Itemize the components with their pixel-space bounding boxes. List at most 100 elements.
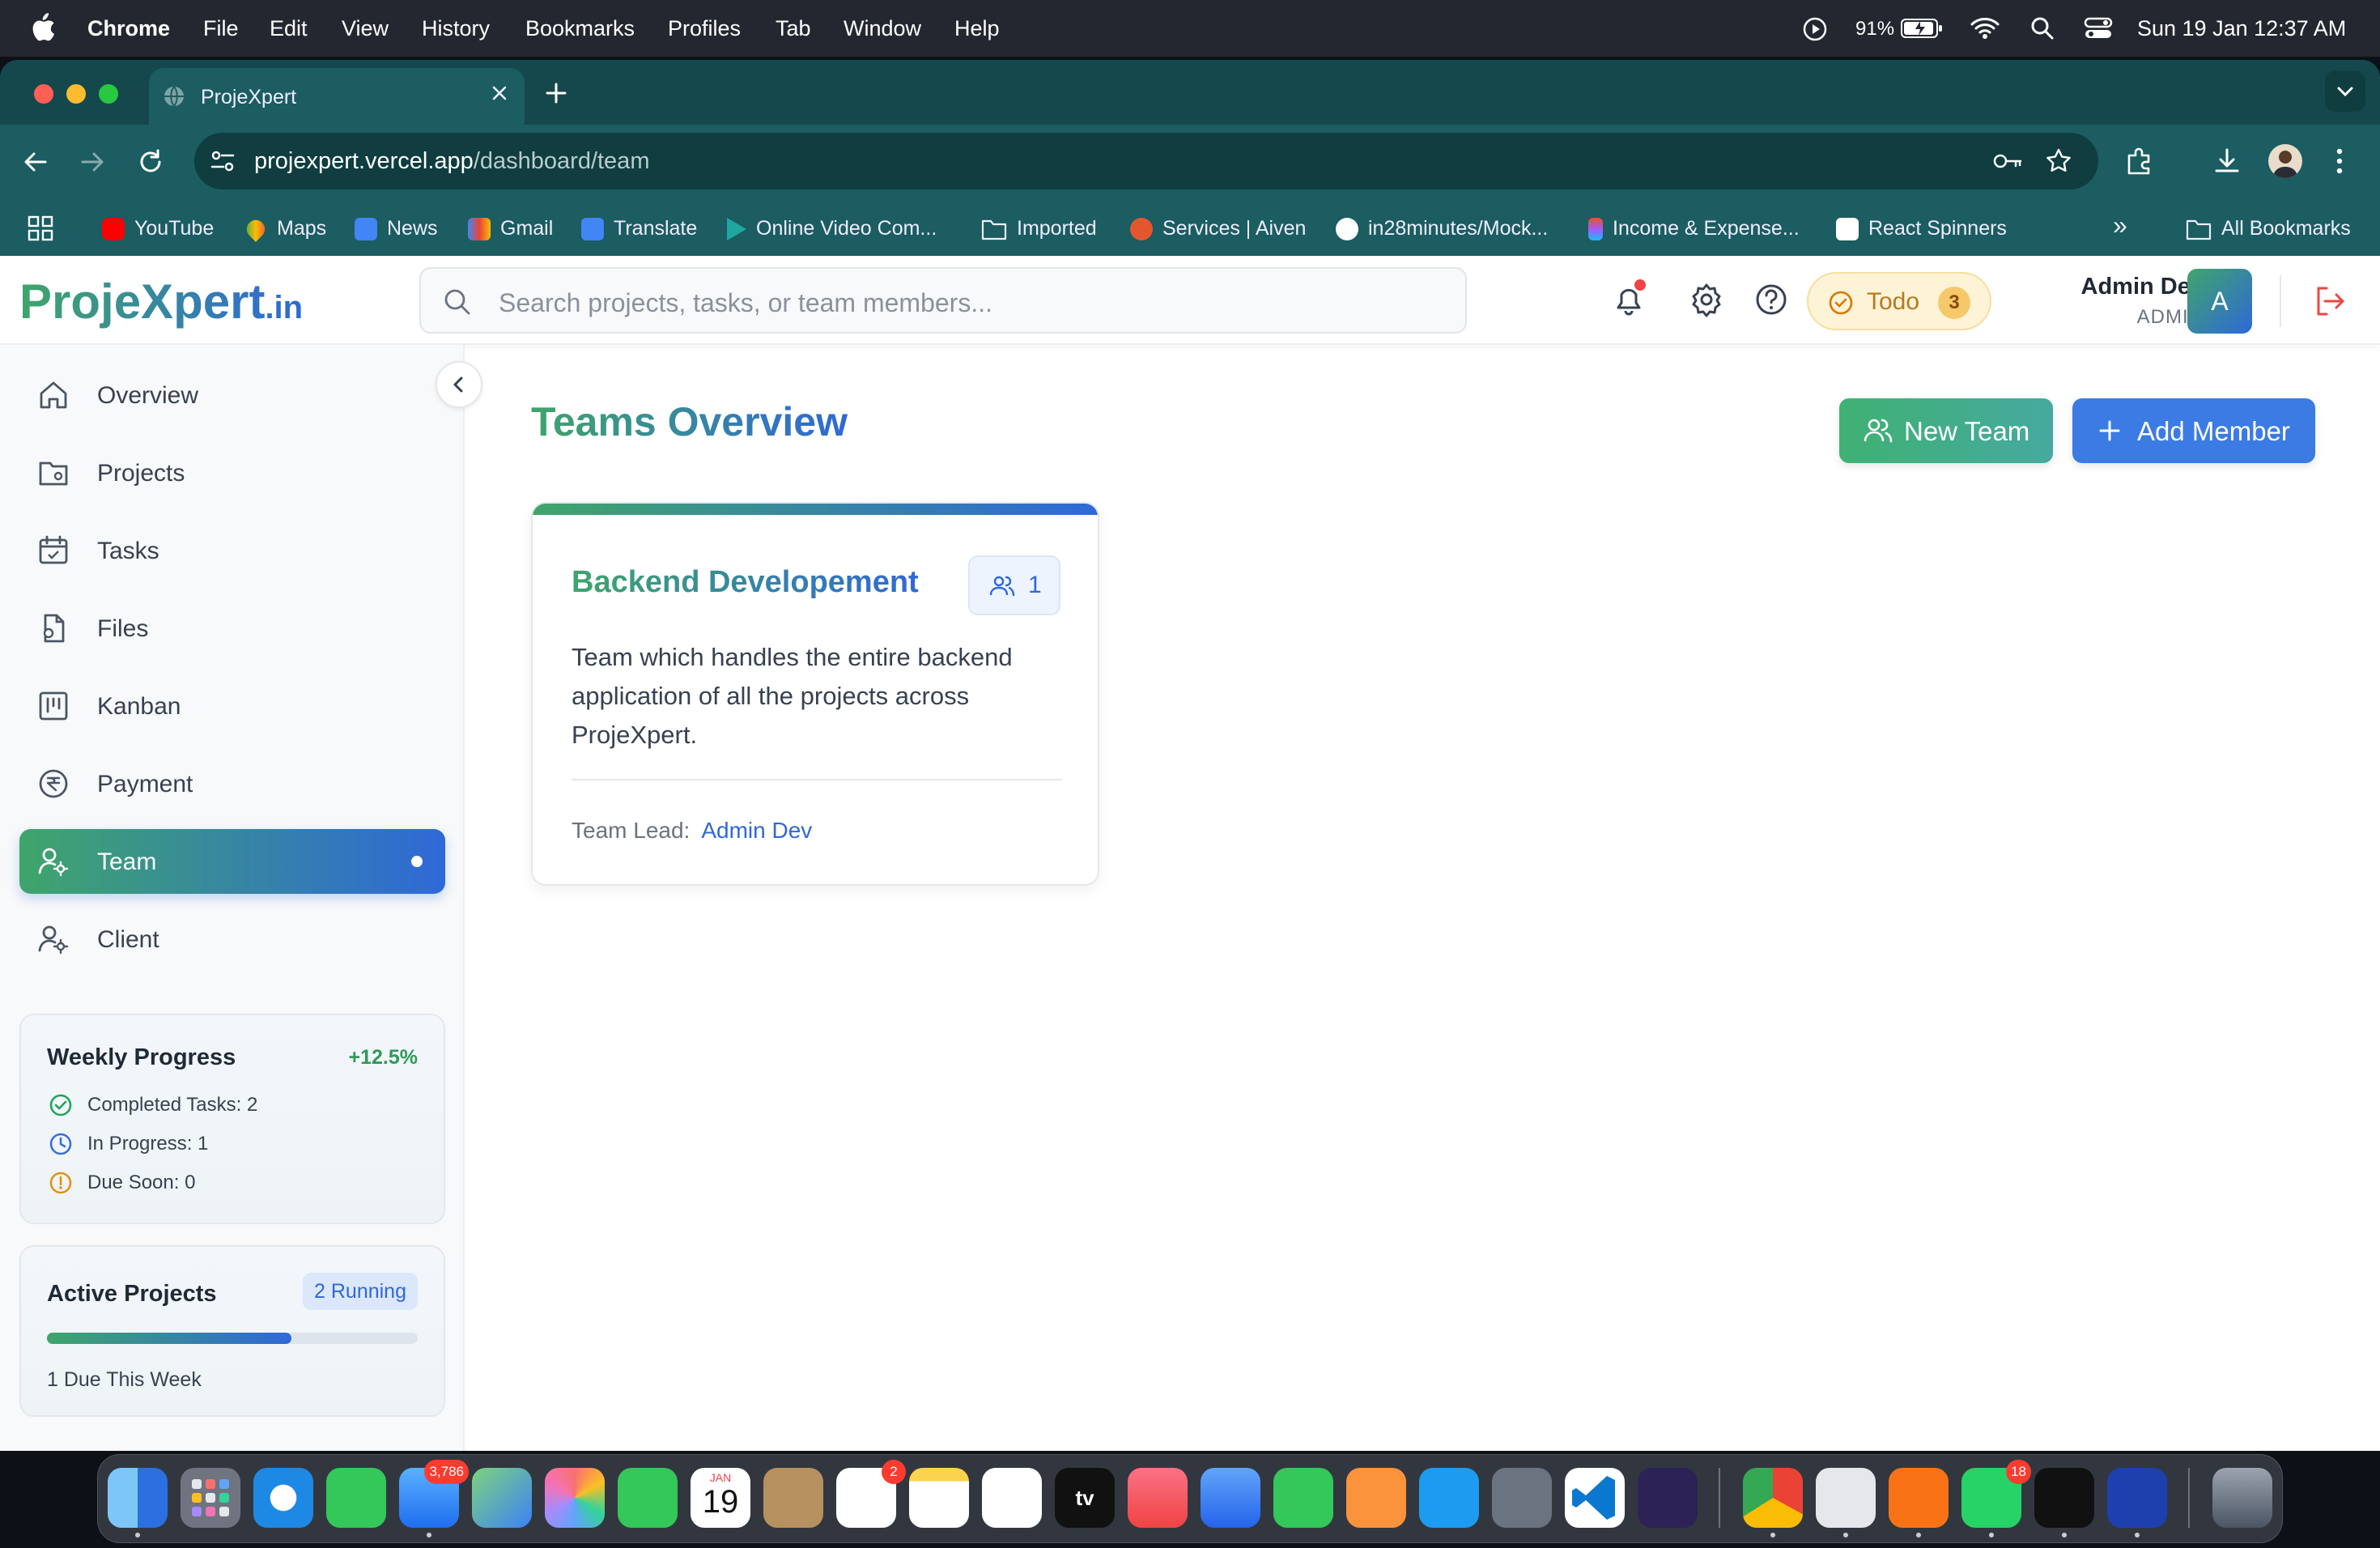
bookmark-income-expense[interactable]: Income & Expense... [1588,217,1800,240]
chrome-menu-icon[interactable] [2331,146,2348,176]
zoom-window-button[interactable] [99,84,118,104]
collapse-sidebar-button[interactable] [436,361,482,408]
apple-icon[interactable] [31,13,55,42]
calendar-icon[interactable]: JAN 19 [691,1468,750,1528]
media-play-icon[interactable] [1802,16,1828,42]
settings-gear-icon[interactable] [1689,282,1724,317]
team-lead-name[interactable]: Admin Dev [701,818,812,843]
bookmark-star-icon[interactable] [2045,147,2072,175]
sidebar-item-tasks[interactable]: Tasks [19,518,445,583]
sidebar-item-overview[interactable]: Overview [19,363,445,427]
eclipse-icon[interactable] [1638,1468,1698,1528]
trash-icon[interactable] [2212,1468,2272,1528]
back-icon[interactable] [21,147,50,176]
bookmarks-overflow-icon[interactable]: » [2113,211,2127,240]
menu-tab[interactable]: Tab [776,16,811,41]
launchpad-icon[interactable] [181,1468,240,1528]
menu-bookmarks[interactable]: Bookmarks [525,16,635,41]
spotlight-search-icon[interactable] [2030,16,2055,40]
mail-icon[interactable]: 3,786 [399,1460,469,1528]
reminders-icon[interactable]: 2 [836,1460,906,1528]
add-member-button[interactable]: Add Member [2072,398,2315,463]
search-input[interactable]: Search projects, tasks, or team members.… [419,267,1467,334]
password-key-icon[interactable] [1991,149,2024,173]
menu-file[interactable]: File [203,16,239,41]
sidebar-item-kanban[interactable]: Kanban [19,674,445,738]
bookmark-online-video[interactable]: Online Video Com... [727,217,937,240]
postman-icon[interactable] [1889,1468,1949,1528]
tab-search-button[interactable] [2325,71,2365,112]
control-center-icon[interactable] [2084,16,2113,40]
system-settings-icon[interactable] [1492,1468,1552,1528]
cursor-app-icon[interactable] [1816,1468,1876,1528]
bookmark-aiven[interactable]: Services | Aiven [1130,217,1306,240]
member-count-badge[interactable]: 1 [968,555,1060,615]
menubar-clock[interactable]: Sun 19 Jan 12:37 AM [2137,16,2346,41]
photos-icon[interactable] [545,1468,605,1528]
vscode-icon[interactable] [1565,1468,1625,1528]
whatsapp-icon[interactable]: 18 [1961,1460,2031,1528]
word-icon[interactable] [2107,1468,2167,1528]
bookmark-translate[interactable]: Translate [581,217,697,240]
forward-icon[interactable] [78,147,107,176]
logout-icon[interactable] [2312,283,2348,319]
safari-icon[interactable] [253,1468,313,1528]
numbers-icon[interactable] [1273,1468,1333,1528]
apple-tv-icon[interactable]: tv [1055,1468,1115,1528]
bookmark-react-spinners[interactable]: React Spinners [1836,217,2007,240]
menu-app-name[interactable]: Chrome [87,16,170,41]
music-icon[interactable] [1128,1468,1188,1528]
profile-avatar[interactable] [2268,144,2302,178]
finder-icon[interactable] [108,1468,168,1528]
bookmark-maps[interactable]: Maps [243,215,326,242]
apps-grid-icon[interactable] [28,215,53,241]
battery-icon[interactable] [1901,18,1943,39]
bookmark-youtube[interactable]: YouTube [102,217,214,240]
facetime-icon[interactable] [618,1468,678,1528]
sidebar-item-payment[interactable]: Payment [19,751,445,816]
pages-icon[interactable] [1346,1468,1406,1528]
sidebar-item-team[interactable]: Team [19,829,445,894]
sidebar-item-client[interactable]: Client [19,907,445,972]
todo-button[interactable]: Todo 3 [1807,272,1991,330]
maps-icon[interactable] [472,1468,532,1528]
new-tab-icon[interactable] [544,81,568,105]
close-window-button[interactable] [34,84,53,104]
bookmark-news[interactable]: News [355,217,438,240]
notification-bell-icon[interactable] [1611,279,1648,319]
address-bar[interactable]: projexpert.vercel.app/dashboard/team [194,133,2098,189]
extensions-icon[interactable] [2124,146,2155,176]
minimize-window-button[interactable] [66,84,86,104]
close-tab-icon[interactable] [489,83,510,104]
site-settings-icon[interactable] [209,147,236,175]
contacts-icon[interactable] [763,1468,823,1528]
wifi-icon[interactable] [1970,16,2000,40]
reload-icon[interactable] [136,147,165,176]
logo[interactable]: ProjeXpert.in [19,274,303,330]
menu-view[interactable]: View [342,16,389,41]
download-icon[interactable] [2212,146,2242,176]
freeform-icon[interactable] [982,1468,1042,1528]
sidebar-item-files[interactable]: Files [19,596,445,661]
bookmark-folder-imported[interactable]: Imported [981,217,1097,240]
sidebar-item-projects[interactable]: Projects [19,440,445,505]
notes-icon[interactable] [909,1468,969,1528]
terminal-icon[interactable] [2034,1468,2094,1528]
chrome-icon[interactable] [1743,1468,1803,1528]
all-bookmarks[interactable]: All Bookmarks [2186,217,2351,240]
new-team-button[interactable]: New Team [1839,398,2053,463]
help-icon[interactable] [1753,282,1789,317]
menu-help[interactable]: Help [954,16,1000,41]
app-store-icon[interactable] [1419,1468,1479,1528]
menu-window[interactable]: Window [844,16,921,41]
team-card[interactable]: Backend Developement 1 Team which handle… [531,502,1099,886]
messages-icon[interactable] [326,1468,386,1528]
bookmark-github[interactable]: in28minutes/Mock... [1336,217,1548,240]
browser-tab[interactable]: ProjeXpert [149,68,525,125]
keynote-icon[interactable] [1201,1468,1260,1528]
avatar[interactable]: A [2187,269,2252,334]
bookmark-gmail[interactable]: Gmail [468,217,553,240]
menu-profiles[interactable]: Profiles [668,16,741,41]
menu-history[interactable]: History [422,16,490,41]
menu-edit[interactable]: Edit [270,16,308,41]
